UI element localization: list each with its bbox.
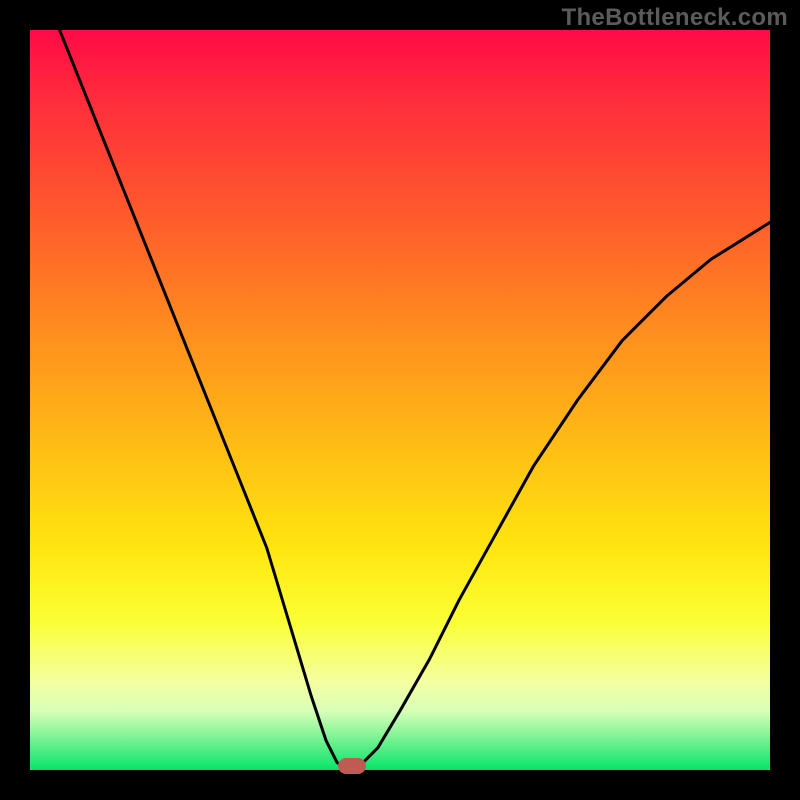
watermark-text: TheBottleneck.com <box>562 4 788 32</box>
plot-area <box>30 30 770 770</box>
chart-frame: TheBottleneck.com <box>0 0 800 800</box>
min-marker <box>338 758 366 774</box>
bottleneck-curve <box>30 30 770 770</box>
